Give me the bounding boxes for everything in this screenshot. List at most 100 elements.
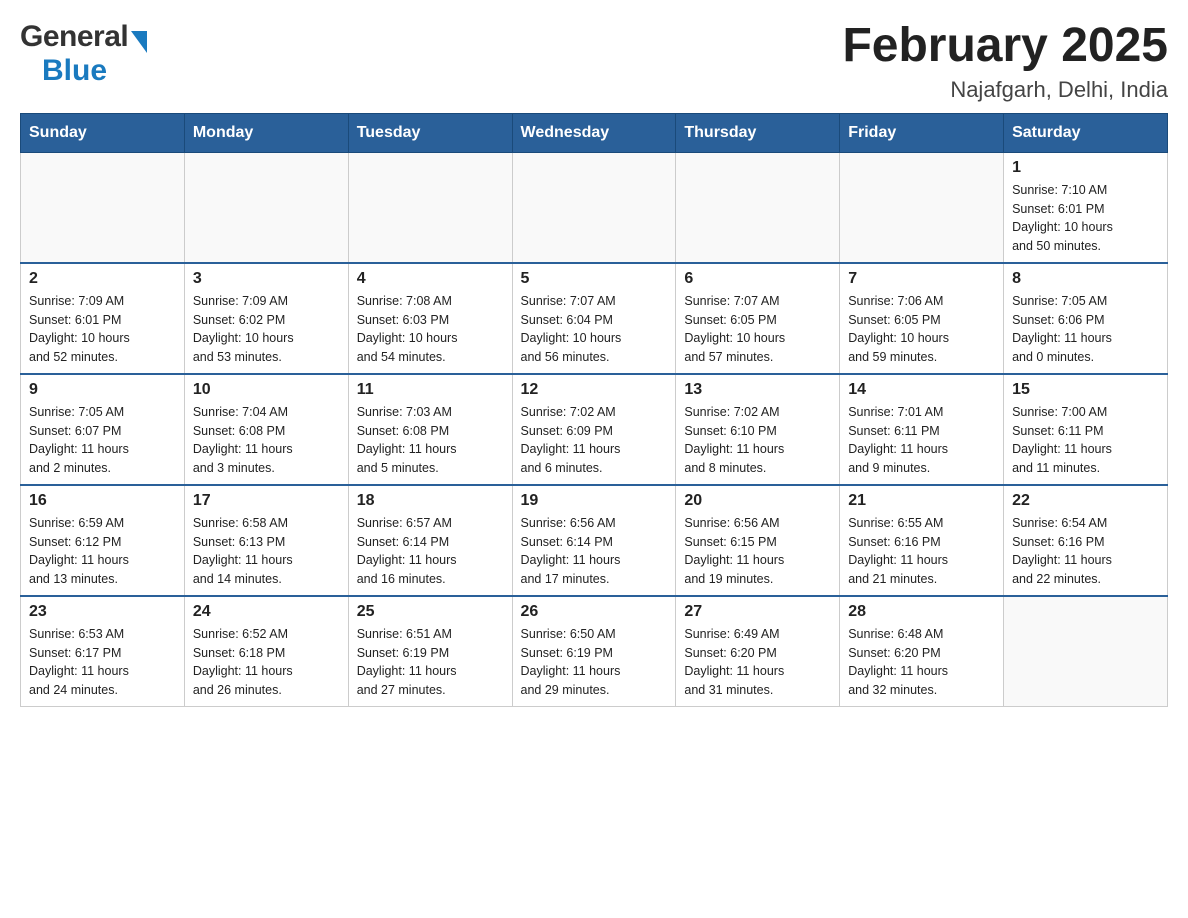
day-number: 9	[29, 381, 176, 399]
calendar-cell: 25 Sunrise: 6:51 AMSunset: 6:19 PMDayligh…	[348, 596, 512, 707]
calendar-cell: 20Sunrise: 6:56 AMSunset: 6:15 PMDayligh…	[676, 485, 840, 596]
day-number: 1	[1012, 159, 1159, 177]
calendar-cell: 10 Sunrise: 7:04 AMSunset: 6:08 PMDayligh…	[184, 374, 348, 485]
day-info: Sunrise: 6:54 AMSunset: 6:16 PMDaylight:…	[1012, 514, 1159, 589]
day-number: 25	[357, 603, 504, 621]
day-info: Sunrise: 6:55 AMSunset: 6:16 PMDaylight:…	[848, 514, 995, 589]
day-number: 7	[848, 270, 995, 288]
day-info: Sunrise: 7:01 AMSunset: 6:11 PMDaylight:…	[848, 403, 995, 478]
weekday-header-friday: Friday	[840, 113, 1004, 152]
day-number: 17	[193, 492, 340, 510]
calendar-cell: 14 Sunrise: 7:01 AMSunset: 6:11 PMDayligh…	[840, 374, 1004, 485]
calendar-cell	[1004, 596, 1168, 707]
day-info: Sunrise: 7:03 AMSunset: 6:08 PMDaylight:…	[357, 403, 504, 478]
logo-general-text: General	[20, 20, 128, 54]
day-number: 15	[1012, 381, 1159, 399]
day-info: Sunrise: 6:58 AMSunset: 6:13 PMDaylight:…	[193, 514, 340, 589]
day-info: Sunrise: 6:51 AMSunset: 6:19 PMDaylight:…	[357, 625, 504, 700]
calendar-cell: 19 Sunrise: 6:56 AMSunset: 6:14 PMDayligh…	[512, 485, 676, 596]
weekday-header-monday: Monday	[184, 113, 348, 152]
day-number: 11	[357, 381, 504, 399]
calendar-cell: 22 Sunrise: 6:54 AMSunset: 6:16 PMDayligh…	[1004, 485, 1168, 596]
day-info: Sunrise: 7:07 AMSunset: 6:04 PMDaylight:…	[521, 292, 668, 367]
day-info: Sunrise: 6:56 AMSunset: 6:15 PMDaylight:…	[684, 514, 831, 589]
day-number: 19	[521, 492, 668, 510]
title-section: February 2025 Najafgarh, Delhi, India	[842, 20, 1168, 103]
calendar-cell: 5 Sunrise: 7:07 AMSunset: 6:04 PMDaylight…	[512, 263, 676, 374]
calendar-cell	[348, 152, 512, 263]
week-row-5: 23 Sunrise: 6:53 AMSunset: 6:17 PMDayligh…	[21, 596, 1168, 707]
day-number: 10	[193, 381, 340, 399]
week-row-4: 16 Sunrise: 6:59 AMSunset: 6:12 PMDayligh…	[21, 485, 1168, 596]
day-number: 26	[521, 603, 668, 621]
day-number: 2	[29, 270, 176, 288]
calendar-table: SundayMondayTuesdayWednesdayThursdayFrid…	[20, 113, 1168, 707]
day-number: 6	[684, 270, 831, 288]
day-info: Sunrise: 7:05 AMSunset: 6:06 PMDaylight:…	[1012, 292, 1159, 367]
page-header: General Blue February 2025 Najafgarh, De…	[20, 20, 1168, 103]
calendar-cell	[840, 152, 1004, 263]
logo: General Blue	[20, 20, 147, 88]
calendar-cell: 13 Sunrise: 7:02 AMSunset: 6:10 PMDayligh…	[676, 374, 840, 485]
day-number: 18	[357, 492, 504, 510]
day-number: 12	[521, 381, 668, 399]
calendar-cell: 9 Sunrise: 7:05 AMSunset: 6:07 PMDaylight…	[21, 374, 185, 485]
day-number: 23	[29, 603, 176, 621]
day-info: Sunrise: 7:08 AMSunset: 6:03 PMDaylight:…	[357, 292, 504, 367]
day-number: 16	[29, 492, 176, 510]
day-info: Sunrise: 6:48 AMSunset: 6:20 PMDaylight:…	[848, 625, 995, 700]
day-info: Sunrise: 7:09 AMSunset: 6:01 PMDaylight:…	[29, 292, 176, 367]
calendar-cell: 23 Sunrise: 6:53 AMSunset: 6:17 PMDayligh…	[21, 596, 185, 707]
weekday-header-thursday: Thursday	[676, 113, 840, 152]
day-info: Sunrise: 6:50 AMSunset: 6:19 PMDaylight:…	[521, 625, 668, 700]
weekday-header-tuesday: Tuesday	[348, 113, 512, 152]
day-info: Sunrise: 6:52 AMSunset: 6:18 PMDaylight:…	[193, 625, 340, 700]
calendar-cell: 24 Sunrise: 6:52 AMSunset: 6:18 PMDayligh…	[184, 596, 348, 707]
calendar-cell: 17 Sunrise: 6:58 AMSunset: 6:13 PMDayligh…	[184, 485, 348, 596]
day-info: Sunrise: 6:56 AMSunset: 6:14 PMDaylight:…	[521, 514, 668, 589]
day-info: Sunrise: 6:53 AMSunset: 6:17 PMDaylight:…	[29, 625, 176, 700]
calendar-cell: 11 Sunrise: 7:03 AMSunset: 6:08 PMDayligh…	[348, 374, 512, 485]
calendar-cell: 7 Sunrise: 7:06 AMSunset: 6:05 PMDaylight…	[840, 263, 1004, 374]
calendar-cell: 2 Sunrise: 7:09 AMSunset: 6:01 PMDaylight…	[21, 263, 185, 374]
day-info: Sunrise: 7:10 AMSunset: 6:01 PMDaylight:…	[1012, 181, 1159, 256]
calendar-cell: 4 Sunrise: 7:08 AMSunset: 6:03 PMDaylight…	[348, 263, 512, 374]
day-number: 27	[684, 603, 831, 621]
day-number: 4	[357, 270, 504, 288]
calendar-cell: 3 Sunrise: 7:09 AMSunset: 6:02 PMDaylight…	[184, 263, 348, 374]
day-info: Sunrise: 6:59 AMSunset: 6:12 PMDaylight:…	[29, 514, 176, 589]
weekday-header-saturday: Saturday	[1004, 113, 1168, 152]
calendar-cell: 15 Sunrise: 7:00 AMSunset: 6:11 PMDayligh…	[1004, 374, 1168, 485]
weekday-header-wednesday: Wednesday	[512, 113, 676, 152]
day-number: 24	[193, 603, 340, 621]
logo-blue-text: Blue	[42, 54, 107, 87]
day-number: 13	[684, 381, 831, 399]
day-number: 5	[521, 270, 668, 288]
day-info: Sunrise: 7:02 AMSunset: 6:10 PMDaylight:…	[684, 403, 831, 478]
day-info: Sunrise: 7:09 AMSunset: 6:02 PMDaylight:…	[193, 292, 340, 367]
day-info: Sunrise: 7:00 AMSunset: 6:11 PMDaylight:…	[1012, 403, 1159, 478]
day-info: Sunrise: 6:57 AMSunset: 6:14 PMDaylight:…	[357, 514, 504, 589]
location-text: Najafgarh, Delhi, India	[842, 77, 1168, 103]
calendar-cell: 8Sunrise: 7:05 AMSunset: 6:06 PMDaylight…	[1004, 263, 1168, 374]
calendar-cell	[676, 152, 840, 263]
day-info: Sunrise: 7:06 AMSunset: 6:05 PMDaylight:…	[848, 292, 995, 367]
week-row-2: 2 Sunrise: 7:09 AMSunset: 6:01 PMDaylight…	[21, 263, 1168, 374]
month-title: February 2025	[842, 20, 1168, 73]
day-number: 3	[193, 270, 340, 288]
calendar-cell: 18 Sunrise: 6:57 AMSunset: 6:14 PMDayligh…	[348, 485, 512, 596]
day-info: Sunrise: 7:04 AMSunset: 6:08 PMDaylight:…	[193, 403, 340, 478]
week-row-3: 9 Sunrise: 7:05 AMSunset: 6:07 PMDaylight…	[21, 374, 1168, 485]
calendar-cell	[184, 152, 348, 263]
week-row-1: 1 Sunrise: 7:10 AMSunset: 6:01 PMDaylight…	[21, 152, 1168, 263]
calendar-cell: 21Sunrise: 6:55 AMSunset: 6:16 PMDayligh…	[840, 485, 1004, 596]
day-info: Sunrise: 7:05 AMSunset: 6:07 PMDaylight:…	[29, 403, 176, 478]
day-number: 22	[1012, 492, 1159, 510]
day-info: Sunrise: 7:07 AMSunset: 6:05 PMDaylight:…	[684, 292, 831, 367]
calendar-cell	[512, 152, 676, 263]
day-number: 14	[848, 381, 995, 399]
calendar-cell: 1 Sunrise: 7:10 AMSunset: 6:01 PMDaylight…	[1004, 152, 1168, 263]
day-info: Sunrise: 6:49 AMSunset: 6:20 PMDaylight:…	[684, 625, 831, 700]
weekday-header-row: SundayMondayTuesdayWednesdayThursdayFrid…	[21, 113, 1168, 152]
calendar-cell	[21, 152, 185, 263]
